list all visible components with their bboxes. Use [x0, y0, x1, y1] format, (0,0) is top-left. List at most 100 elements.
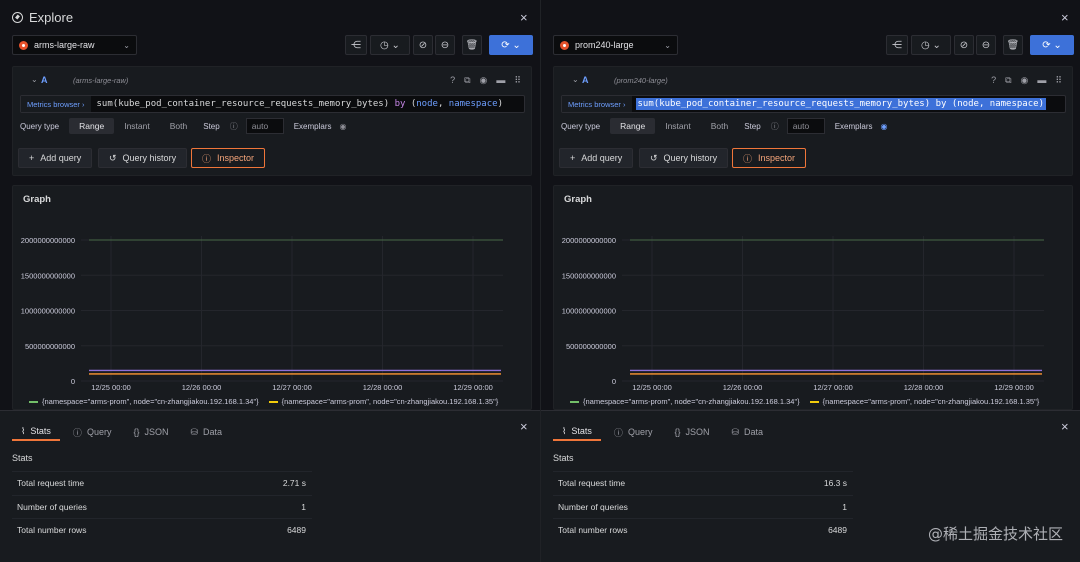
step-input[interactable]: auto	[786, 118, 825, 134]
y-tick-label: 1000000000000	[562, 307, 616, 316]
collapse-chevron-icon[interactable]: ⌄	[572, 75, 579, 84]
trash-icon: 🗑	[1006, 39, 1020, 51]
query-history-button[interactable]: ↺ Query history	[98, 148, 188, 168]
duplicate-icon[interactable]: ⧉	[464, 75, 470, 86]
collapse-chevron-icon[interactable]: ⌄	[31, 75, 38, 84]
eye-icon[interactable]: ◉	[1021, 75, 1029, 86]
help-icon[interactable]: ?	[991, 75, 996, 86]
query-type-instant[interactable]: Instant	[655, 118, 701, 134]
tab-data[interactable]: ⛁ Data	[181, 423, 231, 441]
explore-pane-left: Explore × arms-large-raw ⌄ ⋲ ◷ ⌄ ⊘ ⊖ 🗑 ⟳…	[0, 0, 540, 562]
tab-stats[interactable]: ⌇ Stats	[12, 423, 60, 441]
x-tick-label: 12/26 00:00	[723, 383, 763, 392]
trash-icon[interactable]: ▬	[1037, 75, 1046, 86]
copy-link-button[interactable]: ⊘	[413, 35, 433, 55]
zoom-out-button[interactable]: ⊖	[435, 35, 455, 55]
query-letter: A	[582, 75, 589, 85]
query-type-range[interactable]: Range	[610, 118, 656, 134]
query-type-both[interactable]: Both	[160, 118, 198, 134]
tab-json[interactable]: {} JSON	[124, 423, 177, 441]
x-tick-label: 12/28 00:00	[904, 383, 944, 392]
link-icon: ⊘	[959, 39, 969, 51]
tab-query[interactable]: ⓘ Query	[605, 423, 662, 441]
share-button[interactable]: ⋲	[345, 35, 367, 55]
add-query-button[interactable]: + Add query	[559, 148, 634, 168]
query-type-both[interactable]: Both	[701, 118, 739, 134]
legend-item[interactable]: {namespace="arms-prom", node="cn-zhangji…	[570, 397, 800, 406]
query-type-label: Query type	[20, 121, 60, 131]
refresh-icon: ⟳ ⌄	[1042, 39, 1062, 51]
y-tick-label: 500000000000	[566, 342, 616, 351]
close-icon[interactable]: ×	[1061, 10, 1069, 25]
y-tick-label: 1500000000000	[562, 271, 616, 280]
trash-icon[interactable]: ▬	[496, 75, 505, 86]
query-type-instant[interactable]: Instant	[114, 118, 160, 134]
info-icon: ⓘ	[72, 427, 82, 438]
legend-item[interactable]: {namespace="arms-prom", node="cn-zhangji…	[809, 397, 1039, 406]
close-icon[interactable]: ×	[1061, 419, 1069, 434]
inspector-button[interactable]: ⓘ Inspector	[732, 148, 807, 168]
help-icon[interactable]: ?	[450, 75, 455, 86]
exemplars-toggle-icon[interactable]: ◉	[340, 122, 347, 131]
x-tick-label: 12/25 00:00	[91, 383, 131, 392]
query-expression[interactable]: sum(kube_pod_container_resource_requests…	[91, 99, 503, 109]
tab-query[interactable]: ⓘ Query	[64, 423, 121, 441]
query-editor[interactable]: Metrics browser › sum(kube_pod_container…	[561, 95, 1066, 113]
stats-row: Number of queries 1	[12, 495, 312, 517]
x-tick-label: 12/26 00:00	[182, 383, 222, 392]
query-type-range[interactable]: Range	[69, 118, 115, 134]
drag-handle-icon[interactable]: ⠿	[514, 75, 521, 86]
inspector-button[interactable]: ⓘ Inspector	[191, 148, 266, 168]
x-tick-label: 12/27 00:00	[813, 383, 853, 392]
legend-item[interactable]: {namespace="arms-prom", node="cn-zhangji…	[268, 397, 498, 406]
close-icon[interactable]: ×	[520, 10, 528, 25]
database-icon: ⛁	[731, 426, 740, 437]
metrics-browser-button[interactable]: Metrics browser ›	[562, 96, 632, 112]
drag-handle-icon[interactable]: ⠿	[1055, 75, 1062, 86]
y-tick-label: 2000000000000	[21, 236, 75, 245]
add-query-button[interactable]: + Add query	[18, 148, 93, 168]
run-query-button[interactable]: ⟳ ⌄	[1030, 35, 1074, 55]
stats-heading: Stats	[553, 453, 574, 463]
tab-json[interactable]: {} JSON	[665, 423, 718, 441]
time-picker-button[interactable]: ◷ ⌄	[911, 35, 951, 55]
exemplars-label: Exemplars	[293, 121, 332, 131]
zoom-out-button[interactable]: ⊖	[976, 35, 996, 55]
trash-icon: 🗑	[465, 39, 479, 51]
stats-heading: Stats	[12, 453, 33, 463]
clear-button[interactable]: 🗑	[1003, 35, 1023, 55]
query-expression-selected[interactable]: sum(kube_pod_container_resource_requests…	[635, 98, 1046, 110]
info-icon: ⓘ	[229, 121, 238, 131]
stats-row: Total number rows 6489	[12, 518, 312, 540]
copy-link-button[interactable]: ⊘	[954, 35, 974, 55]
step-input[interactable]: auto	[245, 118, 284, 134]
exemplars-toggle-icon[interactable]: ◉	[881, 122, 888, 131]
legend-item[interactable]: {namespace="arms-prom", node="cn-zhangji…	[29, 397, 259, 406]
prometheus-logo-icon	[560, 40, 569, 50]
tab-data[interactable]: ⛁ Data	[722, 423, 772, 441]
query-editor[interactable]: Metrics browser › sum(kube_pod_container…	[20, 95, 525, 113]
y-tick-label: 500000000000	[25, 342, 75, 351]
time-picker-button[interactable]: ◷ ⌄	[370, 35, 410, 55]
query-history-button[interactable]: ↺ Query history	[639, 148, 729, 168]
chart-icon: ⌇	[562, 425, 567, 436]
duplicate-icon[interactable]: ⧉	[1005, 75, 1011, 86]
graph-chart[interactable]: 0 500000000000 1000000000000 1500000000000 2…	[13, 186, 533, 411]
eye-icon[interactable]: ◉	[480, 75, 488, 86]
metrics-browser-button[interactable]: Metrics browser ›	[21, 96, 91, 112]
clear-button[interactable]: 🗑	[462, 35, 482, 55]
inspector-panel: × ⌇ Stats ⓘ Query {} JSON ⛁ Data Stats Total…	[0, 410, 540, 562]
x-tick-label: 12/27 00:00	[272, 383, 312, 392]
run-query-button[interactable]: ⟳ ⌄	[489, 35, 533, 55]
graph-chart[interactable]: 0 500000000000 1000000000000 1500000000000 2…	[554, 186, 1074, 411]
exemplars-label: Exemplars	[834, 121, 873, 131]
datasource-picker[interactable]: prom240-large ⌄	[553, 35, 678, 55]
close-icon[interactable]: ×	[520, 419, 528, 434]
datasource-picker[interactable]: arms-large-raw ⌄	[12, 35, 137, 55]
y-tick-label: 0	[612, 377, 616, 386]
query-options: Query type Range Instant Both Step ⓘ aut…	[561, 118, 887, 134]
clock-icon: ◷ ⌄	[380, 39, 400, 51]
link-icon: ⊘	[418, 39, 428, 51]
share-button[interactable]: ⋲	[886, 35, 908, 55]
tab-stats[interactable]: ⌇ Stats	[553, 423, 601, 441]
